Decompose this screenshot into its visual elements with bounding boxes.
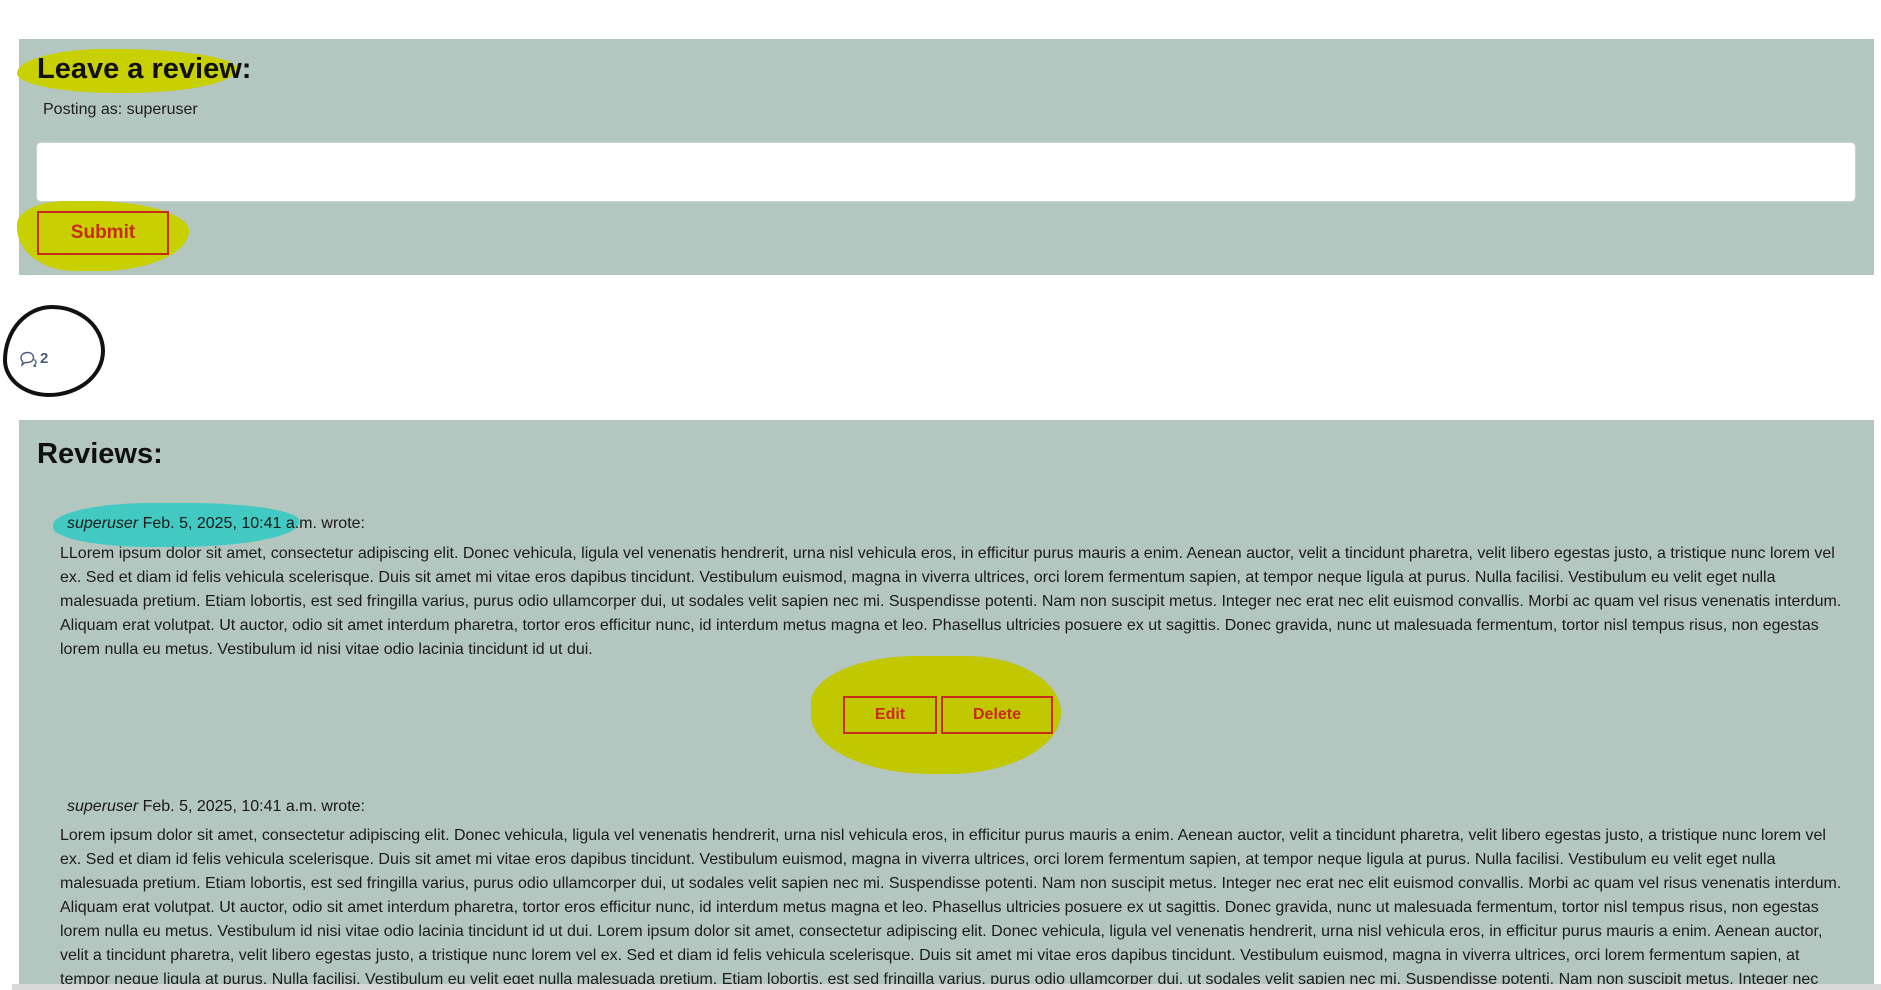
review-meta: superuser Feb. 5, 2025, 10:41 a.m. wrote…: [53, 503, 365, 547]
page: Leave a review: Posting as: superuser Su…: [0, 0, 1881, 990]
review-wrote: wrote:: [321, 798, 365, 815]
review-date: Feb. 5, 2025, 10:41 a.m.: [142, 798, 317, 815]
edit-button[interactable]: Edit: [843, 696, 937, 734]
review-date: Feb. 5, 2025, 10:41 a.m.: [142, 515, 317, 532]
review-actions: Edit Delete: [811, 656, 1061, 774]
review-meta-text: superuser Feb. 5, 2025, 10:41 a.m. wrote…: [67, 798, 365, 815]
comment-count[interactable]: 2: [19, 350, 48, 367]
review-form: Leave a review: Posting as: superuser Su…: [17, 39, 1874, 275]
review-textarea[interactable]: [36, 142, 1856, 202]
comments-icon: [20, 351, 37, 367]
review-wrote: wrote:: [321, 515, 365, 532]
posting-as-label: Posting as: superuser: [43, 101, 198, 118]
review-body: Lorem ipsum dolor sit amet, consectetur …: [60, 827, 1842, 988]
submit-button[interactable]: Submit: [37, 211, 169, 255]
bottom-scroll-edge: [12, 984, 1881, 990]
form-heading-wrap: Leave a review:: [17, 49, 252, 93]
comment-count-value: 2: [40, 350, 49, 367]
review-author: superuser: [67, 515, 139, 532]
form-title: Leave a review:: [37, 53, 252, 85]
reviews-section: Reviews: superuser Feb. 5, 2025, 10:41 a…: [19, 420, 1874, 990]
review-meta-text: superuser Feb. 5, 2025, 10:41 a.m. wrote…: [67, 515, 365, 532]
review-body: LLorem ipsum dolor sit amet, consectetur…: [60, 545, 1842, 658]
delete-button[interactable]: Delete: [941, 696, 1053, 734]
review-meta: superuser Feb. 5, 2025, 10:41 a.m. wrote…: [67, 798, 365, 816]
review-author: superuser: [67, 798, 139, 815]
reviews-title: Reviews:: [37, 438, 163, 470]
